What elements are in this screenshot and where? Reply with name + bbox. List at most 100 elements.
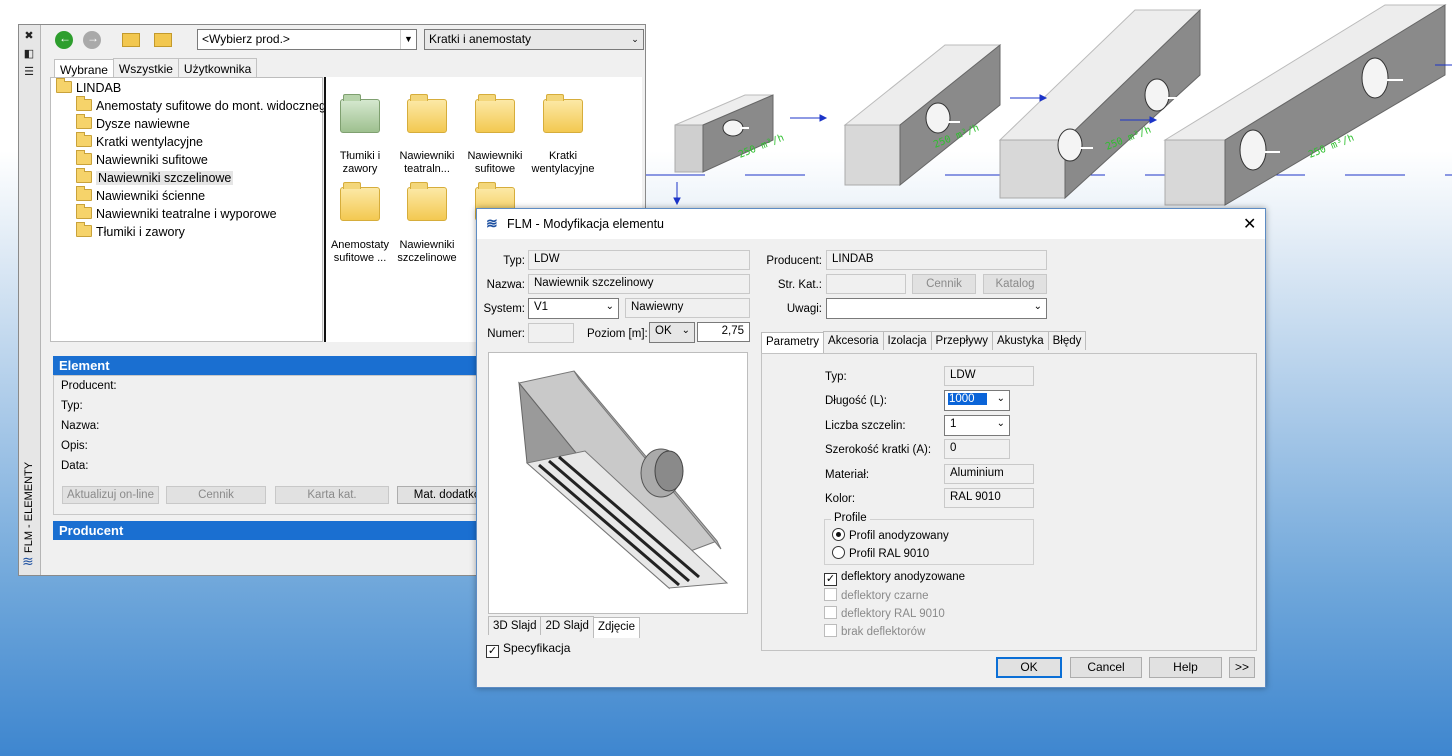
- slot-count-label: Liczba szczelin:: [825, 420, 906, 432]
- price-list-button[interactable]: Cennik: [912, 274, 976, 294]
- forward-arrow-glyph: →: [87, 31, 99, 45]
- checkbox-label: deflektory RAL 9010: [841, 608, 945, 620]
- modify-element-dialog: ≋ FLM - Modyfikacja elementu ✕ Typ: LDW …: [476, 208, 1266, 688]
- tab-3d-slide[interactable]: 3D Slajd: [488, 616, 542, 635]
- tab-errors[interactable]: Błędy: [1047, 331, 1087, 350]
- level-reference-dropdown[interactable]: OK ⌄: [649, 322, 695, 343]
- material-field: Aluminium: [944, 464, 1034, 484]
- catalog-page-label: Str. Kat.:: [777, 279, 822, 291]
- tree-item[interactable]: Tłumiki i zawory: [76, 222, 185, 243]
- folder-up-icon[interactable]: [122, 33, 140, 47]
- slot-count-dropdown[interactable]: 1 ⌄: [944, 415, 1010, 436]
- folder-icon[interactable]: [475, 94, 515, 133]
- auto-hide-icon[interactable]: ◧: [22, 48, 36, 61]
- specification-label: Specyfikacja: [503, 641, 571, 655]
- tree-item[interactable]: Anemostaty sufitowe do mont. widocznego: [76, 96, 333, 117]
- category-combo[interactable]: Kratki i anemostaty ⌄: [424, 29, 644, 50]
- folder-icon[interactable]: [407, 182, 447, 221]
- length-dropdown[interactable]: 1000 ⌄: [944, 390, 1010, 411]
- checkbox-unchecked-icon: [824, 606, 837, 619]
- tree-item-label: Tłumiki i zawory: [96, 225, 185, 239]
- deflectors-ral-checkbox[interactable]: deflektory RAL 9010: [824, 606, 945, 620]
- tab-photo[interactable]: Zdjęcie: [592, 617, 641, 638]
- back-arrow-glyph: ←: [59, 31, 71, 45]
- ok-button[interactable]: OK: [996, 657, 1062, 678]
- folder-label: Kratki wentylacyjne: [531, 150, 595, 175]
- category-combo-value: Kratki i anemostaty: [429, 32, 532, 46]
- expand-button[interactable]: >>: [1229, 657, 1255, 678]
- tab-uzytkownika[interactable]: Użytkownika: [177, 58, 258, 79]
- number-field[interactable]: [528, 323, 574, 343]
- catalog-page-field: [826, 274, 906, 294]
- level-label: Poziom [m]:: [587, 328, 648, 340]
- tab-parameters[interactable]: Parametry: [761, 332, 825, 353]
- chevron-down-icon: ⌄: [605, 301, 614, 312]
- radio-label: Profil RAL 9010: [849, 548, 930, 560]
- tab-accessories[interactable]: Akcesoria: [823, 331, 884, 350]
- parameter-tabs: Parametry Akcesoria Izolacja Przepływy Akust…: [761, 331, 1087, 353]
- close-icon[interactable]: ✖: [22, 30, 36, 43]
- producer-label: Producent:: [766, 255, 822, 267]
- specification-checkbox[interactable]: ✓ Specyfikacja: [486, 641, 570, 658]
- folder-label: Tłumiki i zawory: [339, 150, 381, 175]
- checkbox-checked-icon: ✓: [486, 645, 499, 658]
- tree-item[interactable]: Nawiewniki teatralne i wyporowe: [76, 204, 277, 225]
- folder-icon[interactable]: [340, 182, 380, 221]
- palette-side-strip: ✖ ◧ ☰ FLM - ELEMENTY ≋: [19, 25, 41, 575]
- properties-menu-icon[interactable]: ☰: [22, 66, 36, 79]
- folder-icon[interactable]: [407, 94, 447, 133]
- no-deflectors-checkbox[interactable]: brak deflektorów: [824, 624, 925, 638]
- type-label: Typ:: [503, 255, 525, 267]
- level-reference-value: OK: [655, 325, 672, 337]
- help-button[interactable]: Help: [1149, 657, 1222, 678]
- folder-icon[interactable]: [543, 94, 583, 133]
- profile-anodized-radio[interactable]: Profil anodyzowany: [832, 528, 949, 542]
- open-folder-icon[interactable]: [154, 33, 172, 47]
- folder-icon[interactable]: [340, 94, 380, 133]
- producer-combo-value: <Wybierz prod.>: [202, 32, 290, 46]
- tab-acoustics[interactable]: Akustyka: [991, 331, 1049, 350]
- tree-item-label: Nawiewniki teatralne i wyporowe: [96, 207, 277, 221]
- chevron-down-icon: ▼: [400, 30, 416, 49]
- tab-2d-slide[interactable]: 2D Slajd: [540, 616, 594, 635]
- deflectors-black-checkbox[interactable]: deflektory czarne: [824, 588, 929, 602]
- grille-width-field: 0: [944, 439, 1010, 459]
- tree-item-label: Anemostaty sufitowe do mont. widocznego: [96, 99, 333, 113]
- checkbox-label: deflektory anodyzowane: [841, 571, 966, 583]
- producer-combo[interactable]: <Wybierz prod.> ▼: [197, 29, 417, 50]
- tab-flows[interactable]: Przepływy: [930, 331, 993, 350]
- type-field: LDW: [528, 250, 750, 270]
- remarks-label: Uwagi:: [786, 303, 822, 315]
- slot-diffuser-illustration: [518, 370, 729, 590]
- tree-item[interactable]: Nawiewniki ścienne: [76, 186, 205, 207]
- tree-item[interactable]: Nawiewniki sufitowe: [76, 150, 208, 171]
- catalog-button[interactable]: Katalog: [983, 274, 1047, 294]
- tab-insulation[interactable]: Izolacja: [882, 331, 932, 350]
- color-field: RAL 9010: [944, 488, 1034, 508]
- chevron-down-icon: ⌄: [627, 30, 643, 49]
- product-image: [488, 352, 748, 614]
- folder-icon: [76, 150, 92, 165]
- radio-selected-icon: [832, 528, 845, 541]
- catalog-card-button[interactable]: Karta kat.: [275, 486, 389, 504]
- cad-drawing-area[interactable]: 250 m³/h 250 m³/h 250 m³/h 250 m³/h: [645, 0, 1452, 215]
- tree-root[interactable]: LINDAB: [56, 78, 121, 99]
- profile-ral-radio[interactable]: Profil RAL 9010: [832, 546, 929, 560]
- tree-item-label: Dysze nawiewne: [96, 117, 190, 131]
- producer-section-title: Producent: [59, 523, 124, 538]
- dialog-titlebar[interactable]: ≋ FLM - Modyfikacja elementu ✕: [477, 209, 1265, 239]
- tab-wszystkie[interactable]: Wszystkie: [112, 58, 179, 79]
- remarks-dropdown[interactable]: ⌄: [826, 298, 1047, 319]
- price-list-button[interactable]: Cennik: [166, 486, 266, 504]
- level-input[interactable]: 2,75: [697, 322, 750, 342]
- cancel-button[interactable]: Cancel: [1070, 657, 1142, 678]
- close-icon[interactable]: ✕: [1243, 214, 1256, 234]
- system-dropdown[interactable]: V1 ⌄: [528, 298, 619, 319]
- tree-item[interactable]: Kratki wentylacyjne: [76, 132, 203, 153]
- length-value: 1000: [948, 393, 987, 405]
- palette-tabs: Wybrane Wszystkie Użytkownika: [54, 58, 258, 80]
- tree-item[interactable]: Dysze nawiewne: [76, 114, 190, 135]
- update-online-button[interactable]: Aktualizuj on-line: [62, 486, 159, 504]
- deflectors-anodized-checkbox[interactable]: ✓ deflektory anodyzowane: [824, 571, 965, 586]
- tree-item-selected[interactable]: Nawiewniki szczelinowe: [76, 168, 234, 189]
